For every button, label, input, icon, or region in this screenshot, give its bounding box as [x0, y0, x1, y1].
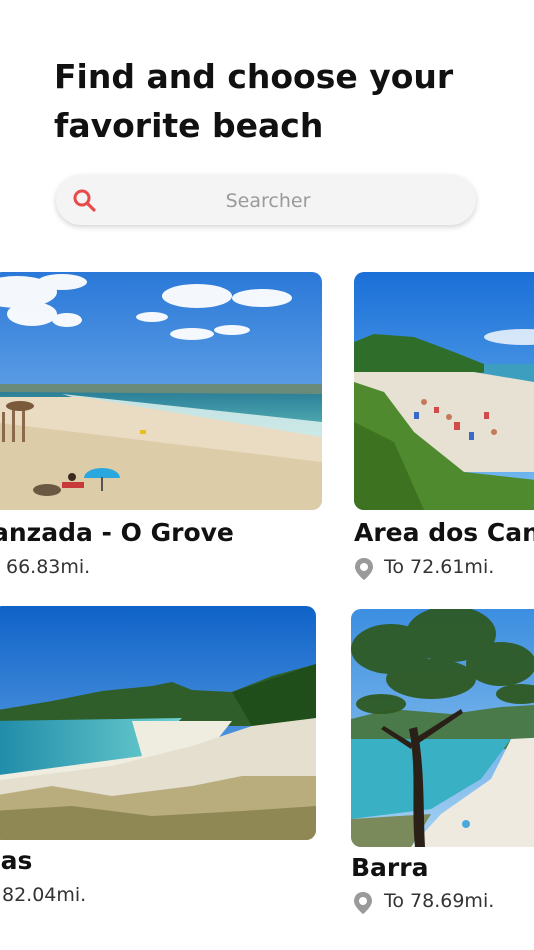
location-pin-icon [354, 557, 374, 581]
beach-photo [351, 609, 534, 847]
beach-photo [0, 606, 316, 840]
beach-distance: 66.83mi. [6, 556, 91, 578]
search-input[interactable] [116, 175, 420, 227]
beach-photo [0, 272, 322, 510]
beach-distance: 82.04mi. [2, 884, 87, 906]
page-title: Find and choose your favorite beach [54, 57, 454, 145]
search-icon [72, 188, 96, 212]
location-pin-icon [353, 891, 373, 915]
beach-name: Area dos Cans [354, 518, 534, 547]
beach-name: las [0, 846, 33, 875]
beach-distance: To 72.61mi. [384, 556, 495, 578]
beach-distance: To 78.69mi. [384, 890, 495, 912]
search-bar[interactable] [56, 175, 476, 227]
beach-card[interactable]: Barra To 78.69mi. [351, 609, 534, 919]
beach-card[interactable]: Area dos Cans To 72.61mi. [354, 272, 534, 592]
beach-card[interactable]: las 82.04mi. [0, 606, 316, 916]
beach-photo [354, 272, 534, 510]
beach-card[interactable]: anzada - O Grove 66.83mi. [0, 272, 322, 592]
beach-name: anzada - O Grove [0, 518, 234, 547]
beach-name: Barra [351, 853, 429, 882]
